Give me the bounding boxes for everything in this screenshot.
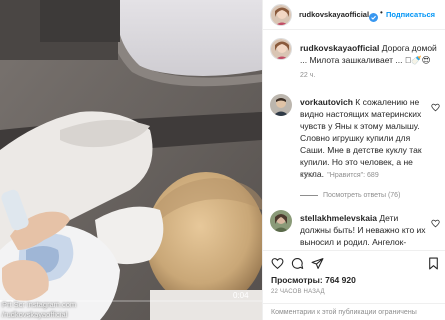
share-send-icon[interactable]: [311, 257, 324, 270]
post-header: rudkovskayaofficial • Подписаться: [263, 0, 445, 30]
header-separator: •: [380, 8, 383, 17]
caption-avatar[interactable]: [270, 38, 292, 60]
commenter-avatar[interactable]: [270, 210, 292, 232]
watermark-source: Prt Scr instagram.com: [2, 300, 77, 309]
like-heart-icon[interactable]: [431, 99, 440, 112]
video-frame: [0, 0, 262, 320]
caption-text-block: rudkovskayaofficial Дорога домой ... Мил…: [300, 42, 442, 66]
comment-text-block: vorkautovich К сожалению не видно настоя…: [300, 96, 428, 180]
commenter-avatar[interactable]: [270, 94, 292, 116]
watermark-account: /rudkovskayaofficial: [2, 310, 68, 319]
comment-text: К сожалению не видно настоящих материнск…: [300, 97, 422, 179]
view-replies-link[interactable]: Посмотреть ответы (76): [300, 192, 400, 199]
comment-likes[interactable]: "Нравится": 689: [327, 172, 378, 179]
like-heart-icon[interactable]: [271, 257, 284, 270]
replies-divider: [300, 194, 318, 196]
bookmark-icon[interactable]: [427, 257, 440, 270]
comment-meta: 21 ч. "Нравится": 689: [300, 172, 389, 179]
comment-time[interactable]: 21 ч.: [300, 172, 315, 179]
like-heart-icon[interactable]: [431, 215, 440, 228]
comment-username[interactable]: stellakhmelevskaia: [300, 213, 377, 223]
views-label: Просмотры:: [271, 275, 323, 285]
follow-button[interactable]: Подписаться: [386, 10, 435, 19]
view-replies-label: Посмотреть ответы (76): [323, 192, 401, 199]
post-age[interactable]: 22 ЧАСОВ НАЗАД: [271, 289, 325, 295]
video-player[interactable]: 0:04 Prt Scr instagram.com /rudkovskayao…: [0, 0, 262, 320]
comment-bubble-icon[interactable]: [291, 257, 304, 270]
video-timestamp: 0:04: [233, 291, 249, 300]
views-count: Просмотры: 764 920: [271, 275, 356, 285]
caption-time[interactable]: 22 ч.: [300, 72, 315, 79]
post-panel: rudkovskayaofficial • Подписаться rudkov…: [262, 0, 445, 320]
caption-username[interactable]: rudkovskayaofficial: [300, 43, 379, 53]
author-username[interactable]: rudkovskayaofficial: [299, 10, 369, 19]
comment-username[interactable]: vorkautovich: [300, 97, 353, 107]
author-avatar[interactable]: [270, 4, 292, 26]
post-actions: Просмотры: 764 920 22 ЧАСОВ НАЗАД Коммен…: [263, 250, 445, 320]
comment-text-block: stellakhmelevskaia Дети должны быть! И н…: [300, 212, 428, 248]
comments-limited-notice: Комментарии к этой публикации ограничены: [263, 303, 445, 320]
views-value: 764 920: [325, 275, 356, 285]
verified-badge-icon: [369, 9, 378, 22]
